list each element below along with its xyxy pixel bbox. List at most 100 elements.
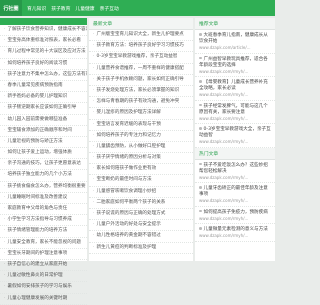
article-link[interactable]: 儿童营养食谱推荐，一周不重样的健康搭配 <box>96 66 183 71</box>
list-item[interactable]: · 儿童过敏性鼻炎的日常护理 <box>0 271 87 283</box>
list-item[interactable]: · 二胎家庭如何平衡两个孩子的关系 <box>89 198 193 209</box>
list-item[interactable]: · 孩子发烧处理方法，家长必须掌握的知识 <box>89 86 193 98</box>
sidebar-article-title[interactable]: 孩子经常发脾气，可能与这几个原因有关，家长要注意 <box>199 104 268 115</box>
sidebar-article-title[interactable]: 【母婴教育】儿童成长营养补充全攻略，家长必读 <box>199 80 268 91</box>
article-link[interactable]: 0-3岁宝宝早教游戏推荐，亲子互动益智 <box>96 54 177 59</box>
article-link[interactable]: 儿童心理健康发展的关键时期 <box>7 296 67 301</box>
article-link[interactable]: 二胎家庭如何平衡两个孩子的关系 <box>96 200 165 205</box>
list-item[interactable]: · 儿童感冒咳嗽饮食调理小妙招 <box>89 187 193 198</box>
article-link[interactable]: 宝宝身高体重标准对照表，家长必看 <box>7 38 81 43</box>
article-link[interactable]: 孩子教育方法：培养孩子良好学习习惯技巧 <box>96 43 183 48</box>
list-item[interactable]: · 孩子厌学情绪的原因分析与对策 <box>89 153 193 165</box>
article-link[interactable]: 孩子说谎的原因与正确的处理方式 <box>96 211 165 216</box>
list-item[interactable]: · 宝宝身高体重标准对照表，家长必看 <box>0 36 87 48</box>
article-link[interactable]: 亲子沟通的技巧，让孩子更愿意表达 <box>7 161 81 166</box>
sidebar-article[interactable]: 孩子经常发脾气，可能与这几个原因有关，家长要注意 www.dzapk.com/rm… <box>195 101 275 124</box>
article-link[interactable]: 关于孩子手机依赖问题，家长如何正确引导 <box>96 77 183 82</box>
article-link[interactable]: 怎样与青春期的孩子有效沟通，避免冲突 <box>96 99 179 104</box>
article-link[interactable]: 如何培养孩子良好的阅读习惯 <box>7 61 67 66</box>
sidebar-article-title[interactable]: 儿童微量元素检测的意义与方法 <box>204 227 268 232</box>
article-link[interactable]: 孩子情绪管理能力的培养方法 <box>7 228 67 233</box>
list-item[interactable]: · 孩子说谎的原因与正确的处理方式 <box>89 209 193 221</box>
sidebar-article[interactable]: 广州益智早教玩具推荐，适合各年龄段宝宝的选择 www.dzapk.com/rmyh… <box>195 54 275 77</box>
article-link[interactable]: 育儿过程中常见的十大误区及应对方法 <box>7 49 85 54</box>
sidebar-article[interactable]: 孩子不爱吃饭怎么办？这些妙招帮您轻松解决 www.dzapk.com/rmyh/.… <box>195 160 275 183</box>
list-item[interactable]: · 孩子叛逆期家长应该如何正确引导 <box>0 103 87 115</box>
list-item[interactable]: · 春季儿童常见疾病预防指南 <box>0 81 87 93</box>
article-link[interactable]: 儿童户外活动的好处与安全提示 <box>96 222 160 227</box>
nav-item-interaction[interactable]: 亲子互动 <box>100 5 119 12</box>
list-item[interactable]: · 怎样与青春期的孩子有效沟通，避免冲突 <box>89 97 193 109</box>
list-item[interactable]: · 小学生学习方法指导与习惯养成 <box>0 215 87 227</box>
list-item[interactable]: · 孩子挑食偏食怎么办，营养均衡很重要 <box>0 182 87 193</box>
nav-item-education[interactable]: 孩子教育 <box>51 5 70 12</box>
list-item[interactable]: · 关于孩子手机依赖问题，家长如何正确引导 <box>89 75 193 86</box>
article-link[interactable]: 宝宝语言发育迟缓的表现与干预 <box>96 122 160 127</box>
list-item[interactable]: · 了解孩子饮食营养知识，健康成长不容忽视 <box>0 25 87 37</box>
list-item[interactable]: · 宝宝语言发育迟缓的表现与干预 <box>89 120 193 131</box>
list-item[interactable]: · 儿童安全教育，家长不能忽视的问题 <box>0 238 87 249</box>
article-link[interactable]: 儿童龋齿预防，从小做好口腔护理 <box>96 144 165 149</box>
article-link[interactable]: 儿童近视的预防与矫正方法 <box>7 139 62 144</box>
sidebar-article[interactable]: 大班春季育儿指南，健康成长从饮食开始 www.dzapk.com/article/… <box>195 30 275 54</box>
list-item[interactable]: · 幼儿性格培养的黄金期不容错过 <box>89 231 193 243</box>
article-link[interactable]: 新手爸妈必备的婴儿护理知识 <box>7 94 67 99</box>
sidebar-article[interactable]: 0-3岁宝宝早教游戏大全，亲子互动益智 www.dzapk.com/rmyh/..… <box>195 124 275 148</box>
article-link[interactable]: 春季儿童常见疾病预防指南 <box>7 83 62 88</box>
list-item[interactable]: · 暑假如何安排孩子的学习与娱乐 <box>0 282 87 294</box>
article-link[interactable]: 儿童感冒咳嗽饮食调理小妙招 <box>96 189 156 194</box>
article-link[interactable]: 孩子发烧处理方法，家长必须掌握的知识 <box>96 88 179 93</box>
article-link[interactable]: 孩子注意力不集中怎么办，这些方法有效 <box>7 72 87 77</box>
list-item[interactable]: · 宝宝辅食添加的正确顺序和时间 <box>0 126 87 137</box>
article-link[interactable]: 广州版宝宝育儿知识大全，新生儿护理要点 <box>96 32 183 37</box>
list-item[interactable]: · 儿童户外活动的好处与安全提示 <box>89 220 193 232</box>
sidebar-article-title[interactable]: 广州益智早教玩具推荐，适合各年龄段宝宝的选择 <box>199 57 268 68</box>
sidebar-article[interactable]: 儿童牙齿矫正的最佳年龄及注意事项 www.dzapk.com/rmyh/... <box>195 183 275 207</box>
article-link[interactable]: 宝宝长牙期间的护理注意事项 <box>7 251 67 256</box>
nav-item-parenting[interactable]: 育儿知识 <box>27 5 46 12</box>
list-item[interactable]: · 家庭教育中父母的角色与责任 <box>0 204 87 216</box>
article-link[interactable]: 孩子挑食偏食怎么办，营养均衡很重要 <box>7 184 85 189</box>
article-link[interactable]: 孩子厌学情绪的原因分析与对策 <box>96 155 160 160</box>
article-link[interactable]: 孩子自信心的建立从家庭开始 <box>7 262 67 267</box>
article-link[interactable]: 幼儿园入园前需要做哪些准备 <box>7 117 67 122</box>
site-logo[interactable]: 行社圈 <box>0 0 22 16</box>
article-link[interactable]: 暑假如何安排孩子的学习与娱乐 <box>7 284 71 289</box>
article-link[interactable]: 如何让孩子爱上运动，增强体质 <box>7 150 71 155</box>
article-link[interactable]: 了解孩子饮食营养知识，健康成长不容忽视 <box>7 27 87 32</box>
article-link[interactable]: 新生儿黄疸的判断标准及护理 <box>96 245 156 250</box>
nav-item-health[interactable]: 儿童健康 <box>75 5 94 12</box>
list-item[interactable]: · 培养孩子独立能力的几个小方法 <box>0 170 87 182</box>
list-item[interactable]: · 儿童近视的预防与矫正方法 <box>0 137 87 149</box>
sidebar-article[interactable]: 【母婴教育】儿童成长营养补充全攻略，家长必读 www.dzapk.com/rmyh… <box>195 77 275 101</box>
list-item[interactable]: · 幼儿园入园前需要做哪些准备 <box>0 115 87 126</box>
list-item[interactable]: · 如何让孩子爱上运动，增强体质 <box>0 148 87 160</box>
list-item[interactable]: · 如何培养孩子的专注力和记忆力 <box>89 131 193 142</box>
list-item[interactable]: · 育儿过程中常见的十大误区及应对方法 <box>0 47 87 59</box>
list-item[interactable]: · 儿童睡眠时间标准及改善建议 <box>0 193 87 204</box>
sidebar-article-title[interactable]: 孩子不爱吃饭怎么办？这些妙招帮您轻松解决 <box>199 163 268 174</box>
list-item[interactable]: · 新生儿黄疸的判断标准及护理 <box>89 243 193 254</box>
article-link[interactable]: 幼儿性格培养的黄金期不容错过 <box>96 233 160 238</box>
list-item[interactable]: · 0-3岁宝宝早教游戏推荐，亲子互动益智 <box>89 52 193 64</box>
list-item[interactable]: · 儿童营养食谱推荐，一周不重样的健康搭配 <box>89 64 193 75</box>
list-item[interactable]: · 儿童心理健康发展的关键时期 <box>0 294 87 305</box>
list-item[interactable]: · 孩子自信心的建立从家庭开始 <box>0 260 87 272</box>
list-item[interactable]: · 孩子教育方法：培养孩子良好学习习惯技巧 <box>89 41 193 53</box>
article-link[interactable]: 培养孩子独立能力的几个小方法 <box>7 172 71 177</box>
list-item[interactable]: · 婴儿湿疹的原因及护理方法详解 <box>89 108 193 120</box>
article-link[interactable]: 宝宝断奶的最佳时间与方法 <box>96 177 151 182</box>
list-item[interactable]: · 广州版宝宝育儿知识大全，新生儿护理要点 <box>89 30 193 42</box>
sidebar-article-title[interactable]: 儿童牙齿矫正的最佳年龄及注意事项 <box>199 186 268 197</box>
article-link[interactable]: 家庭教育中父母的角色与责任 <box>7 206 67 211</box>
list-item[interactable]: · 如何培养孩子良好的阅读习惯 <box>0 59 87 70</box>
list-item[interactable]: · 家长如何陪孩子做作业更有效 <box>89 164 193 176</box>
list-item[interactable]: · 宝宝断奶的最佳时间与方法 <box>89 175 193 187</box>
list-item[interactable]: · 儿童龋齿预防，从小做好口腔护理 <box>89 142 193 154</box>
article-link[interactable]: 孩子叛逆期家长应该如何正确引导 <box>7 105 76 110</box>
article-link[interactable]: 儿童过敏性鼻炎的日常护理 <box>7 273 62 278</box>
sidebar-article-title[interactable]: 大班春季育儿指南，健康成长从饮食开始 <box>199 33 268 44</box>
article-link[interactable]: 家长如何陪孩子做作业更有效 <box>96 166 156 171</box>
list-item[interactable]: · 新手爸妈必备的婴儿护理知识 <box>0 92 87 104</box>
sidebar-article[interactable]: 如何提高孩子免疫力，预防疾病 www.dzapk.com/rmyh/... <box>195 207 275 224</box>
